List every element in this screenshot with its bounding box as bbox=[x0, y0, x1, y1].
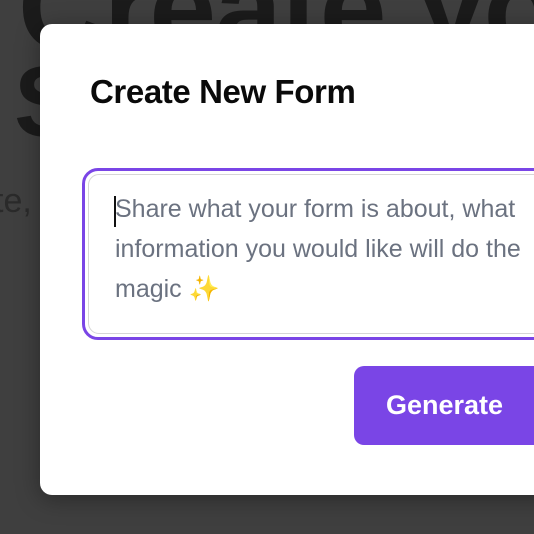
background-subtext: te, bbox=[0, 182, 32, 220]
textarea-focus-ring bbox=[82, 168, 534, 340]
textarea-container bbox=[88, 174, 534, 334]
text-cursor bbox=[114, 196, 116, 227]
page: Create your S te, Create New Form Genera… bbox=[0, 0, 534, 534]
modal-title: Create New Form bbox=[90, 73, 356, 110]
form-description-input[interactable] bbox=[89, 175, 534, 333]
generate-button[interactable]: Generate bbox=[354, 366, 534, 445]
create-form-modal: Create New Form Generate bbox=[40, 24, 534, 495]
